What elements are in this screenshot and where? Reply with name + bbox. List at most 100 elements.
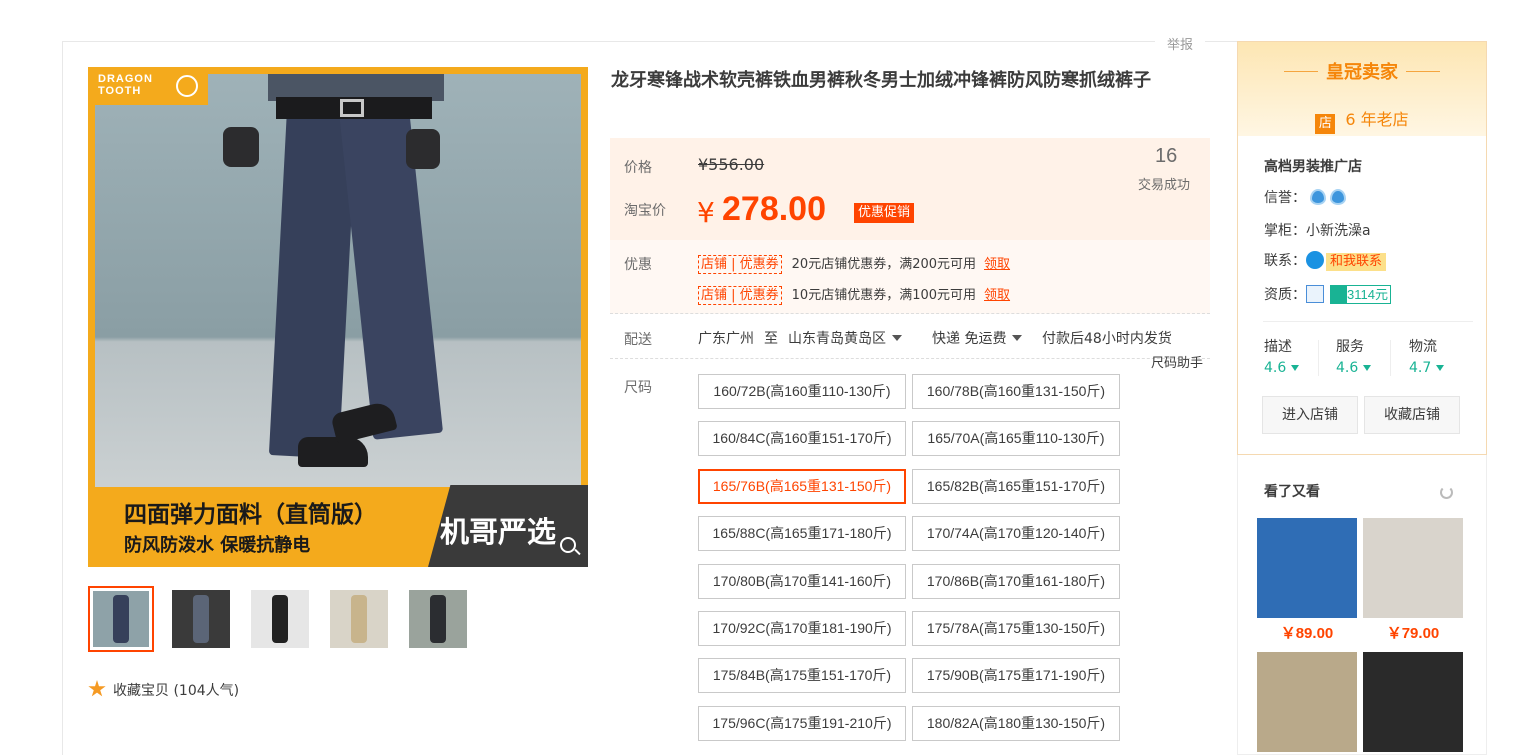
coupon-text: 20元店铺优惠券，满200元可用 xyxy=(791,257,977,272)
seller-level: 皇冠卖家 xyxy=(1238,58,1486,84)
price-label: 价格 xyxy=(624,160,652,176)
favorite-shop-button[interactable]: 收藏店铺 xyxy=(1364,396,1460,434)
claim-coupon-link[interactable]: 领取 xyxy=(984,284,1010,303)
size-option[interactable]: 175/90B(高175重171-190斤) xyxy=(912,658,1120,693)
size-option[interactable]: 180/82A(高180重130-150斤) xyxy=(912,706,1120,741)
size-option[interactable]: 160/78B(高160重131-150斤) xyxy=(912,374,1120,409)
ship-from: 广东广州 xyxy=(698,331,754,347)
shop-header: 皇冠卖家 店 6 年老店 xyxy=(1238,42,1486,136)
keeper-name: 小新洗澡a xyxy=(1306,223,1371,239)
recommended-item-image[interactable] xyxy=(1363,652,1463,752)
thumbnail-3[interactable] xyxy=(247,586,313,652)
recommended-item-price[interactable]: ￥79.00 xyxy=(1363,622,1463,643)
brand-logo-icon xyxy=(176,75,198,97)
shop-qualification: 资质： 3114元 xyxy=(1264,284,1391,304)
size-option[interactable]: 165/82B(高165重151-170斤) xyxy=(912,469,1120,504)
score-name: 物流 xyxy=(1409,339,1437,355)
credit-label: 信誉： xyxy=(1264,190,1306,206)
recommended-item-image[interactable] xyxy=(1257,652,1357,752)
thumbnail-2[interactable] xyxy=(168,586,234,652)
cert-label: 资质： xyxy=(1264,287,1306,303)
size-option[interactable]: 175/84B(高175重151-170斤) xyxy=(698,658,906,693)
score-value: 4.7 xyxy=(1409,360,1445,376)
coupon-tag: 店铺 | 优惠券 xyxy=(698,286,782,305)
recommended-item-image[interactable] xyxy=(1257,518,1357,618)
banner-headline: 四面弹力面料（直筒版） xyxy=(124,502,377,528)
shop-name[interactable]: 高档男装推广店 xyxy=(1264,156,1362,176)
size-option[interactable]: 175/96C(高175重191-210斤) xyxy=(698,706,906,741)
thumbnail-5[interactable] xyxy=(405,586,471,652)
keeper-label: 掌柜： xyxy=(1264,223,1306,239)
shipping-method-selector[interactable]: 快递 免运费 xyxy=(932,328,1023,348)
enter-shop-button[interactable]: 进入店铺 xyxy=(1262,396,1358,434)
license-icon[interactable] xyxy=(1306,285,1324,303)
thumbnail-4[interactable] xyxy=(326,586,392,652)
original-price: ¥556.00 xyxy=(698,155,765,174)
deposit-amount: 3114元 xyxy=(1347,287,1388,302)
recommended-item-price[interactable]: ￥89.00 xyxy=(1257,622,1357,643)
contact-button[interactable]: 和我联系 xyxy=(1326,253,1387,271)
shop-credit: 信誉： xyxy=(1264,187,1346,207)
size-option[interactable]: 160/72B(高160重110-130斤) xyxy=(698,374,906,409)
taobao-price-label: 淘宝价 xyxy=(624,203,666,219)
also-viewed-title: 看了又看 xyxy=(1264,484,1320,500)
collect-label: 收藏宝贝 xyxy=(113,683,169,699)
collect-item[interactable]: 收藏宝贝 (104人气) xyxy=(88,680,239,700)
shop-icon: 店 xyxy=(1315,114,1336,134)
size-option[interactable]: 170/92C(高170重181-190斤) xyxy=(698,611,906,646)
size-option[interactable]: 170/86B(高170重161-180斤) xyxy=(912,564,1120,599)
star-icon xyxy=(88,680,106,697)
destination-text: 山东青岛黄岛区 xyxy=(788,331,886,347)
seller-level-text: 皇冠卖家 xyxy=(1326,62,1398,83)
currency-symbol: ¥ xyxy=(697,196,715,229)
score-name: 描述 xyxy=(1264,339,1292,355)
promo-tag: 优惠促销 xyxy=(854,203,915,223)
diamond-icon xyxy=(1310,189,1326,205)
size-option[interactable]: 175/78A(高175重130-150斤) xyxy=(912,611,1120,646)
thumbnail-1[interactable] xyxy=(88,586,154,652)
product-title: 龙牙寒锋战术软壳裤铁血男裤秋冬男士加绒冲锋裤防风防寒抓绒裤子 xyxy=(611,70,1151,91)
size-option[interactable]: 165/76B(高165重131-150斤) xyxy=(698,469,906,504)
report-link[interactable]: 举报 xyxy=(1155,34,1206,53)
diamond-icon xyxy=(1330,189,1346,205)
shop-card: 皇冠卖家 店 6 年老店 高档男装推广店 信誉： 掌柜：小新洗澡a 联系： 和我联系… xyxy=(1237,41,1487,455)
size-option[interactable]: 170/74A(高170重120-140斤) xyxy=(912,516,1120,551)
coupon-tag: 店铺 | 优惠券 xyxy=(698,255,782,274)
score-service: 服务 4.6 xyxy=(1336,336,1372,376)
contact-label: 联系： xyxy=(1264,253,1306,269)
current-price: 278.00 xyxy=(722,190,826,228)
recommended-item-image[interactable] xyxy=(1363,518,1463,618)
score-value: 4.6 xyxy=(1264,360,1300,376)
ship-to-word: 至 xyxy=(764,331,778,347)
score-name: 服务 xyxy=(1336,339,1364,355)
divider xyxy=(610,358,1210,359)
score-logistics: 物流 4.7 xyxy=(1409,336,1445,376)
shield-icon xyxy=(1331,286,1347,303)
shop-age-text: 6 年老店 xyxy=(1345,110,1409,129)
size-option[interactable]: 165/70A(高165重110-130斤) xyxy=(912,421,1120,456)
zoom-icon[interactable] xyxy=(560,537,576,553)
claim-coupon-link[interactable]: 领取 xyxy=(984,253,1010,272)
size-option[interactable]: 160/84C(高160重151-170斤) xyxy=(698,421,906,456)
coupon-row: 店铺 | 优惠券 20元店铺优惠券，满200元可用 领取 xyxy=(698,253,1010,274)
main-product-image[interactable]: DRAGON TOOTH 四面弹力面料（直筒版） 防风防泼水 保暖抗静电 机哥严… xyxy=(88,67,588,567)
delivery-promise: 付款后48小时内发货 xyxy=(1042,331,1172,347)
sold-label: 交易成功 xyxy=(1138,178,1191,193)
shipping-method-text: 快递 免运费 xyxy=(932,331,1007,347)
size-option[interactable]: 165/88C(高165重171-180斤) xyxy=(698,516,906,551)
size-helper-link[interactable]: 尺码助手 xyxy=(1151,352,1203,371)
wangwang-icon[interactable] xyxy=(1306,251,1324,269)
arrow-down-icon xyxy=(1436,365,1445,371)
collect-count: (104人气) xyxy=(173,683,240,699)
divider xyxy=(1263,321,1473,322)
refresh-icon[interactable] xyxy=(1440,486,1453,499)
size-label: 尺码 xyxy=(624,380,652,396)
size-option[interactable]: 170/80B(高170重141-160斤) xyxy=(698,564,906,599)
shop-keeper: 掌柜：小新洗澡a xyxy=(1264,220,1371,240)
deposit-badge[interactable]: 3114元 xyxy=(1330,285,1391,304)
chevron-down-icon xyxy=(1012,335,1023,341)
destination-selector[interactable]: 山东青岛黄岛区 xyxy=(788,328,902,348)
shop-age: 店 6 年老店 xyxy=(1238,106,1486,134)
banner-badge: 机哥严选 xyxy=(440,515,557,549)
brand-logo-text: DRAGON TOOTH xyxy=(98,73,153,97)
